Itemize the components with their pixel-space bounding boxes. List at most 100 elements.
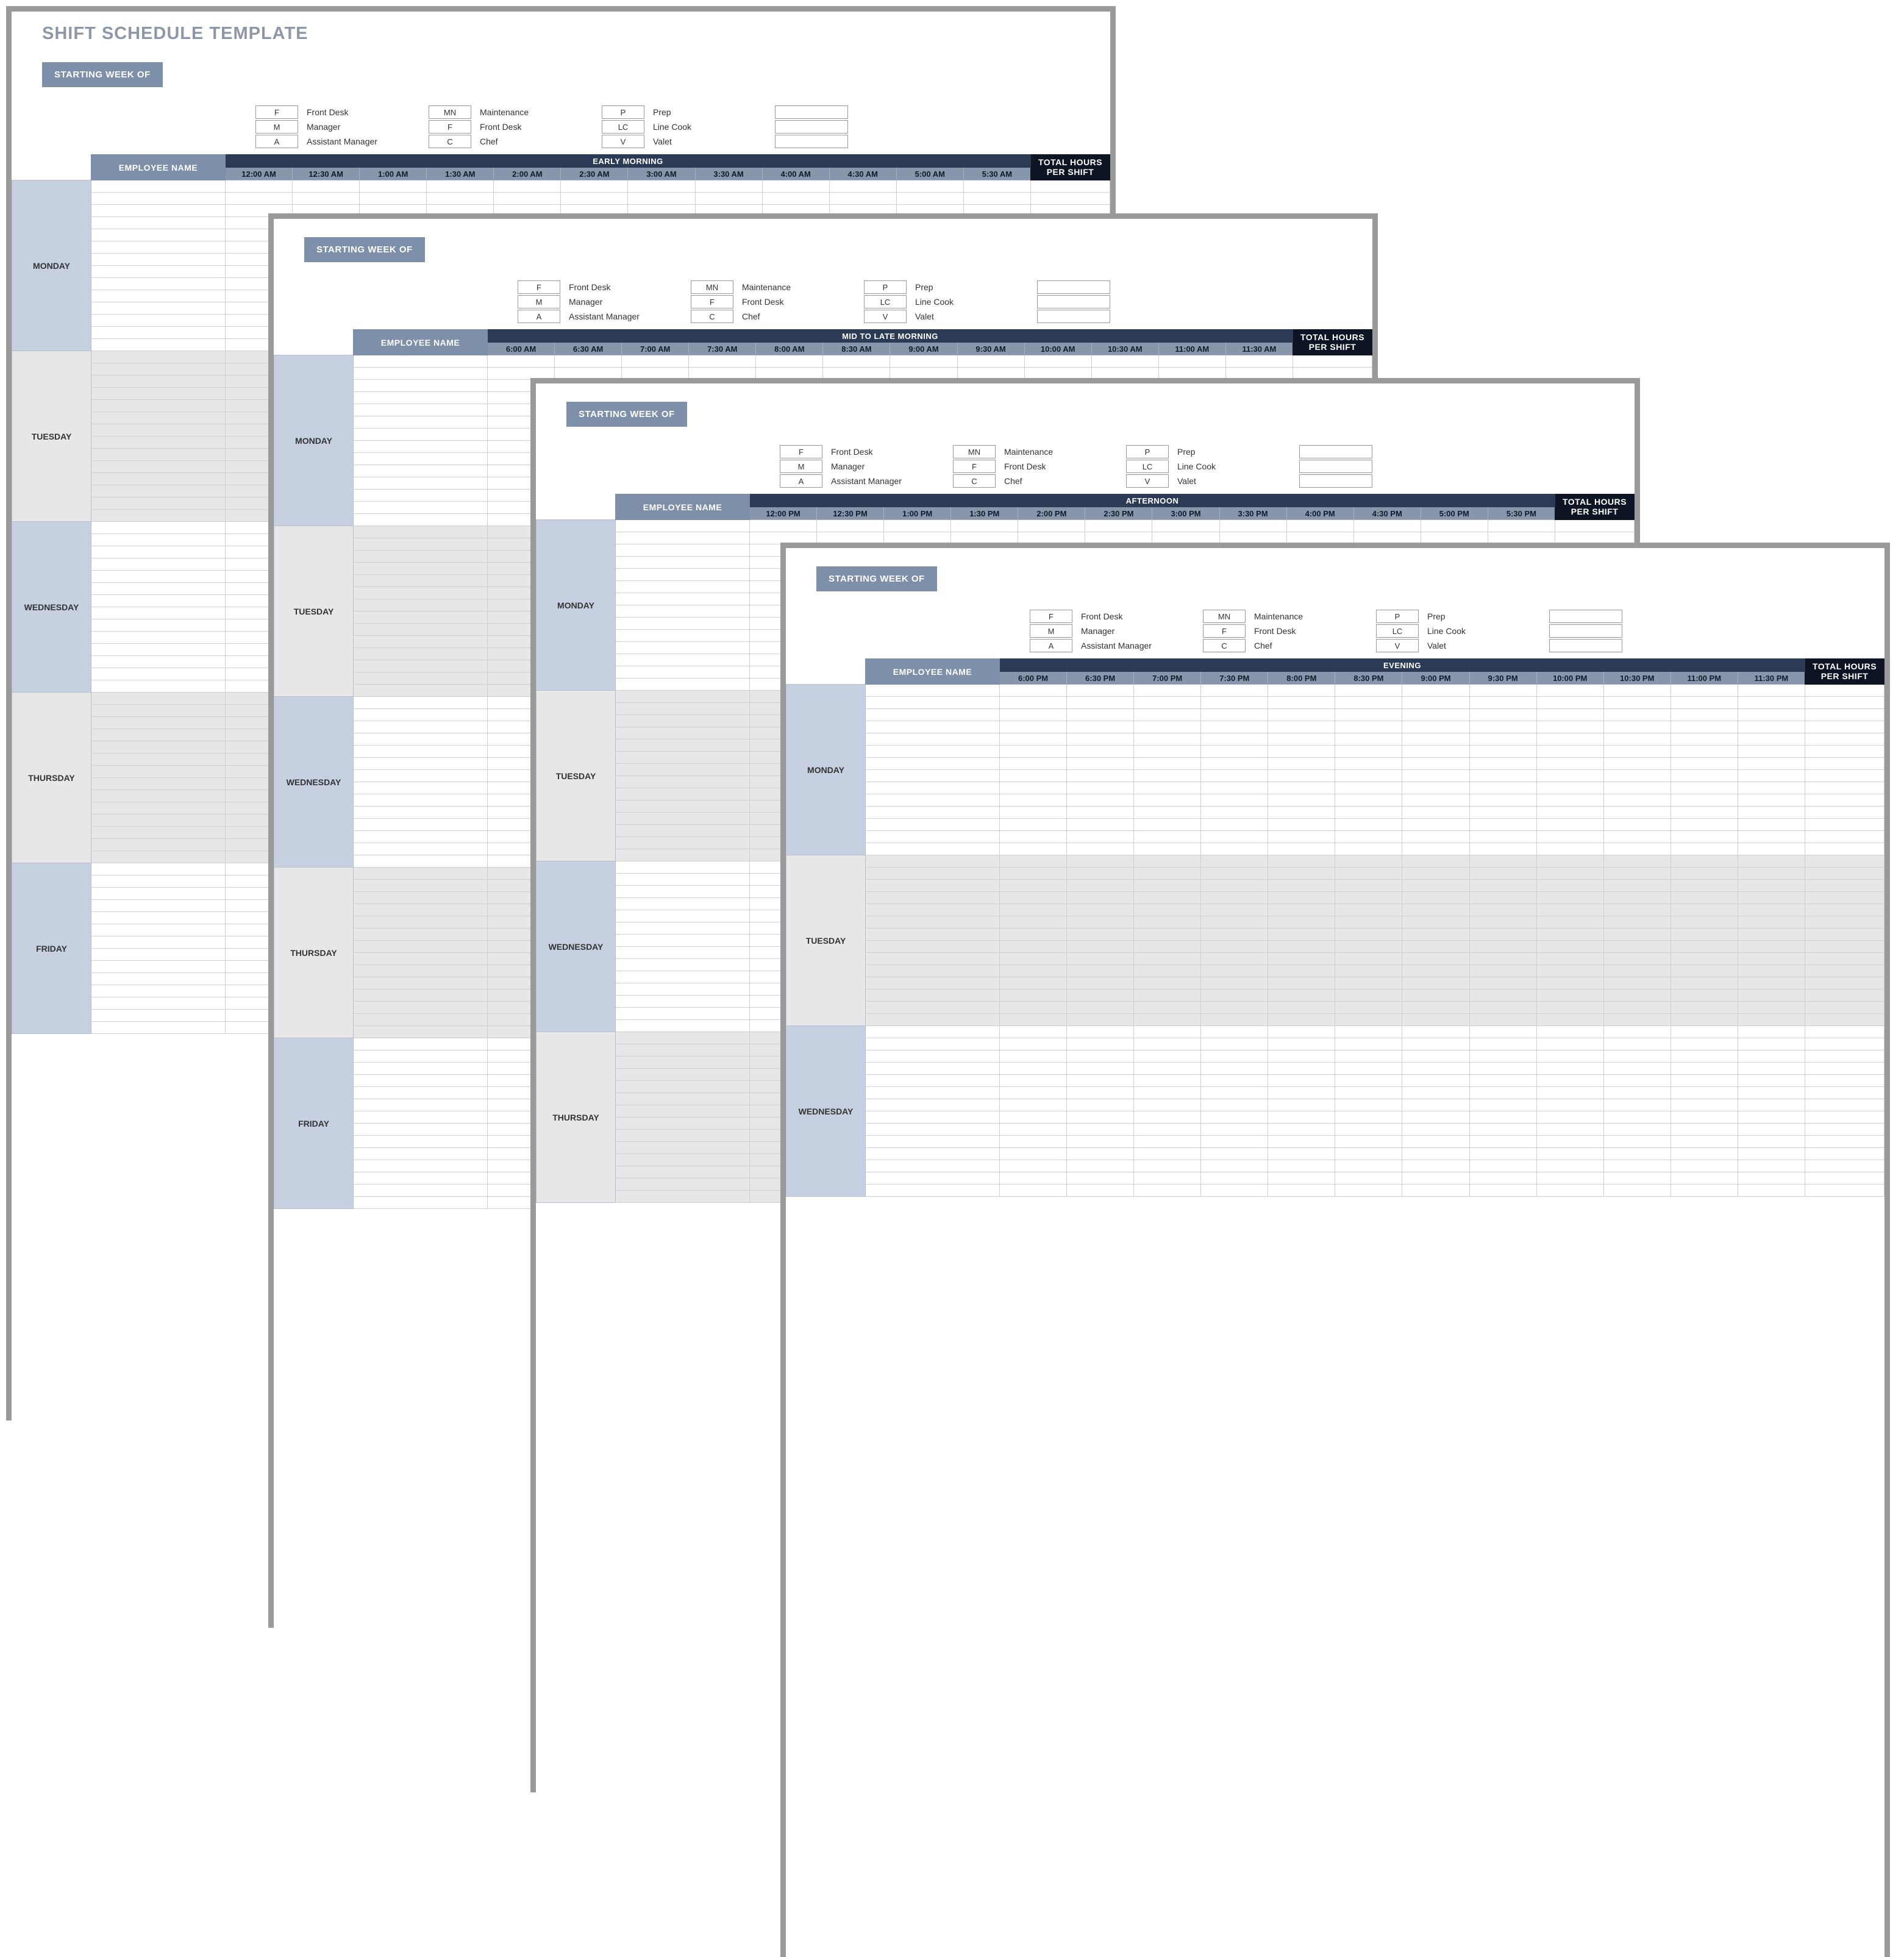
employee-name-cell[interactable]	[91, 180, 226, 193]
shift-cell[interactable]	[1335, 1148, 1402, 1160]
shift-cell[interactable]	[1335, 770, 1402, 782]
shift-cell[interactable]	[1738, 807, 1805, 819]
shift-cell[interactable]	[695, 193, 762, 205]
shift-cell[interactable]	[1738, 929, 1805, 941]
employee-name-cell[interactable]	[354, 746, 488, 758]
shift-cell[interactable]	[1067, 1124, 1134, 1136]
employee-name-cell[interactable]	[91, 229, 226, 241]
employee-name-cell[interactable]	[616, 910, 750, 922]
shift-cell[interactable]	[1402, 685, 1469, 697]
shift-cell[interactable]	[1536, 953, 1603, 965]
shift-cell[interactable]	[1738, 1172, 1805, 1185]
employee-name-cell[interactable]	[616, 764, 750, 776]
employee-name-cell[interactable]	[91, 424, 226, 437]
shift-cell[interactable]	[1402, 916, 1469, 929]
shift-cell[interactable]	[1067, 855, 1134, 868]
shift-cell[interactable]	[1335, 1099, 1402, 1111]
shift-cell[interactable]	[1738, 685, 1805, 697]
shift-cell[interactable]	[1402, 989, 1469, 1002]
employee-name-cell[interactable]	[354, 1197, 488, 1209]
shift-cell[interactable]	[1000, 1148, 1067, 1160]
shift-cell[interactable]	[1067, 733, 1134, 746]
shift-cell[interactable]	[1201, 1148, 1268, 1160]
shift-cell[interactable]	[1469, 989, 1536, 1002]
employee-name-cell[interactable]	[354, 892, 488, 904]
shift-cell[interactable]	[1469, 758, 1536, 770]
shift-cell[interactable]	[1268, 733, 1335, 746]
shift-cell[interactable]	[1536, 855, 1603, 868]
shift-cell[interactable]	[226, 180, 293, 193]
employee-name-cell[interactable]	[866, 794, 1000, 807]
employee-name-cell[interactable]	[866, 892, 1000, 904]
shift-cell[interactable]	[1085, 520, 1152, 532]
employee-name-cell[interactable]	[354, 868, 488, 880]
shift-cell[interactable]	[1201, 1087, 1268, 1099]
shift-cell[interactable]	[1738, 880, 1805, 892]
employee-name-cell[interactable]	[866, 1099, 1000, 1111]
shift-cell[interactable]	[1067, 977, 1134, 989]
shift-cell[interactable]	[1335, 929, 1402, 941]
shift-cell[interactable]	[1268, 1172, 1335, 1185]
legend-blank-cell[interactable]	[775, 105, 848, 119]
shift-cell[interactable]	[1536, 1172, 1603, 1185]
employee-name-cell[interactable]	[354, 965, 488, 977]
shift-cell[interactable]	[695, 180, 762, 193]
shift-cell[interactable]	[1000, 868, 1067, 880]
shift-cell[interactable]	[1134, 746, 1201, 758]
shift-cell[interactable]	[1670, 1185, 1738, 1197]
employee-name-cell[interactable]	[616, 788, 750, 800]
shift-cell[interactable]	[1134, 1063, 1201, 1075]
employee-name-cell[interactable]	[91, 217, 226, 229]
shift-cell[interactable]	[884, 520, 951, 532]
shift-cell[interactable]	[1335, 843, 1402, 855]
shift-cell[interactable]	[1469, 1087, 1536, 1099]
shift-cell[interactable]	[1000, 685, 1067, 697]
employee-name-cell[interactable]	[616, 679, 750, 691]
employee-name-cell[interactable]	[91, 351, 226, 363]
shift-cell[interactable]	[1670, 892, 1738, 904]
shift-cell[interactable]	[1670, 953, 1738, 965]
shift-cell[interactable]	[1134, 1014, 1201, 1026]
shift-cell[interactable]	[1670, 697, 1738, 709]
shift-cell[interactable]	[1469, 977, 1536, 989]
shift-cell[interactable]	[1000, 1185, 1067, 1197]
employee-name-cell[interactable]	[354, 770, 488, 782]
employee-name-cell[interactable]	[616, 1118, 750, 1130]
shift-cell[interactable]	[1201, 1185, 1268, 1197]
shift-cell[interactable]	[1000, 721, 1067, 733]
shift-cell[interactable]	[1670, 794, 1738, 807]
legend-blank-cell[interactable]	[775, 135, 848, 148]
employee-name-cell[interactable]	[616, 1105, 750, 1118]
employee-name-cell[interactable]	[91, 254, 226, 266]
employee-name-cell[interactable]	[354, 916, 488, 929]
shift-cell[interactable]	[1201, 685, 1268, 697]
shift-cell[interactable]	[1469, 782, 1536, 794]
employee-name-cell[interactable]	[866, 697, 1000, 709]
shift-cell[interactable]	[1134, 697, 1201, 709]
employee-name-cell[interactable]	[91, 595, 226, 607]
shift-cell[interactable]	[750, 520, 817, 532]
shift-cell[interactable]	[1670, 1038, 1738, 1050]
shift-cell[interactable]	[1469, 855, 1536, 868]
shift-cell[interactable]	[494, 193, 561, 205]
shift-cell[interactable]	[1603, 929, 1670, 941]
employee-name-cell[interactable]	[91, 888, 226, 900]
shift-cell[interactable]	[1603, 1038, 1670, 1050]
employee-name-cell[interactable]	[354, 514, 488, 526]
shift-cell[interactable]	[1603, 819, 1670, 831]
shift-cell[interactable]	[1067, 1002, 1134, 1014]
employee-name-cell[interactable]	[616, 1069, 750, 1081]
shift-cell[interactable]	[1067, 1026, 1134, 1038]
shift-cell[interactable]	[1670, 746, 1738, 758]
shift-cell[interactable]	[1738, 746, 1805, 758]
shift-cell[interactable]	[1670, 807, 1738, 819]
shift-cell[interactable]	[1536, 807, 1603, 819]
shift-cell[interactable]	[1335, 1014, 1402, 1026]
shift-cell[interactable]	[1067, 1136, 1134, 1148]
shift-cell[interactable]	[1402, 1136, 1469, 1148]
shift-cell[interactable]	[1536, 965, 1603, 977]
shift-cell[interactable]	[1268, 1014, 1335, 1026]
employee-name-cell[interactable]	[616, 740, 750, 752]
employee-name-cell[interactable]	[91, 705, 226, 717]
shift-cell[interactable]	[963, 180, 1030, 193]
